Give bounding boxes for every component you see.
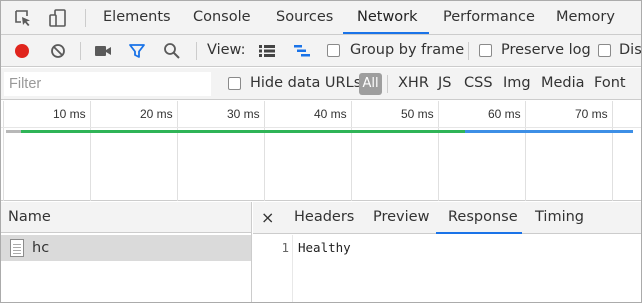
timeline-gridline	[177, 101, 178, 201]
active-details-tab-indicator	[436, 232, 522, 234]
hide-data-urls-checkbox[interactable]	[228, 77, 241, 90]
tab-preview[interactable]: Preview	[373, 202, 429, 233]
filter-bar: Hide data URLs All XHR JS CSS Img Media …	[1, 68, 641, 100]
timeline-gridline	[438, 101, 439, 201]
record-icon[interactable]	[8, 35, 36, 66]
search-icon[interactable]	[158, 35, 186, 66]
device-toolbar-icon[interactable]	[43, 1, 73, 34]
filter-input[interactable]	[4, 72, 211, 96]
timeline-tick-label: 50 ms	[401, 107, 434, 121]
timeline-tick-label: 40 ms	[314, 107, 347, 121]
tab-network[interactable]: Network	[357, 1, 418, 34]
devtools-tabbar: Elements Console Sources Network Perform…	[1, 1, 641, 35]
timeline-gridline	[612, 101, 613, 201]
tabbar-divider	[85, 9, 86, 27]
hide-data-urls-label: Hide data URLs	[250, 75, 362, 91]
disable-cache-label: Disa	[619, 42, 642, 58]
type-filter-js[interactable]: JS	[438, 68, 451, 99]
waiting-ttfb-bar	[21, 130, 465, 133]
timeline-gridline	[3, 101, 4, 201]
disable-cache-checkbox[interactable]	[598, 44, 611, 57]
filter-funnel-icon[interactable]	[123, 35, 151, 66]
tab-performance[interactable]: Performance	[443, 1, 535, 34]
waterfall-overview-icon[interactable]	[288, 35, 316, 66]
devtools-window: Elements Console Sources Network Perform…	[0, 0, 642, 303]
gutter-divider	[292, 235, 293, 302]
toolbar-divider	[196, 42, 197, 60]
timeline-tick-label: 20 ms	[140, 107, 173, 121]
timeline-gridline	[264, 101, 265, 201]
tab-timing[interactable]: Timing	[535, 202, 584, 233]
timeline-gridline	[525, 101, 526, 201]
tab-memory[interactable]: Memory	[556, 1, 615, 34]
timeline-tick-label: 70 ms	[575, 107, 608, 121]
document-file-icon	[10, 239, 24, 257]
tab-headers[interactable]: Headers	[294, 202, 354, 233]
timeline-gridline	[351, 101, 352, 201]
tab-elements[interactable]: Elements	[103, 1, 171, 34]
network-toolbar: View: Group by frame Preserve log Disa	[1, 35, 641, 67]
active-tab-indicator	[343, 32, 429, 34]
request-row[interactable]: hc	[1, 235, 251, 261]
large-rows-list-icon[interactable]	[253, 35, 281, 66]
filter-divider	[387, 75, 388, 93]
timeline-tick-label: 10 ms	[53, 107, 86, 121]
timeline-ruler-divider	[1, 127, 641, 128]
name-column-header[interactable]: Name	[1, 202, 251, 233]
type-filter-all[interactable]: All	[359, 73, 382, 95]
screenshot-camera-icon[interactable]	[89, 35, 117, 66]
inspect-element-icon[interactable]	[8, 1, 38, 34]
timeline-tick-label: 60 ms	[488, 107, 521, 121]
content-download-bar	[465, 130, 633, 133]
details-tabbar: × Headers Preview Response Timing	[253, 202, 641, 234]
toolbar-divider	[468, 42, 469, 60]
request-details: × Headers Preview Response Timing 1 Heal…	[253, 202, 641, 302]
type-filter-media[interactable]: Media	[541, 68, 585, 99]
type-filter-font[interactable]: Font	[594, 68, 626, 99]
timeline-tick-label: 30 ms	[227, 107, 260, 121]
clear-icon[interactable]	[44, 35, 72, 66]
type-filter-xhr[interactable]: XHR	[398, 68, 429, 99]
close-details-icon[interactable]: ×	[261, 202, 274, 233]
line-number: 1	[281, 240, 289, 255]
preserve-log-checkbox[interactable]	[479, 44, 492, 57]
group-by-frame-label: Group by frame	[350, 42, 465, 58]
type-filter-css[interactable]: CSS	[464, 68, 493, 99]
tab-console[interactable]: Console	[193, 1, 251, 34]
request-list: Name hc	[1, 202, 252, 302]
group-by-frame-checkbox[interactable]	[327, 44, 340, 57]
tab-sources[interactable]: Sources	[276, 1, 333, 34]
tab-response[interactable]: Response	[448, 202, 518, 233]
response-body-line[interactable]: Healthy	[298, 240, 351, 255]
waiting-bar	[6, 130, 21, 133]
toolbar-divider	[80, 42, 81, 60]
type-filter-img[interactable]: Img	[503, 68, 531, 99]
preserve-log-label: Preserve log	[501, 42, 591, 58]
view-label: View:	[207, 42, 246, 58]
request-name: hc	[32, 240, 50, 256]
timeline-gridline	[90, 101, 91, 201]
timeline-overview[interactable]: 10 ms 20 ms 30 ms 40 ms 50 ms 60 ms 70 m…	[1, 101, 641, 201]
